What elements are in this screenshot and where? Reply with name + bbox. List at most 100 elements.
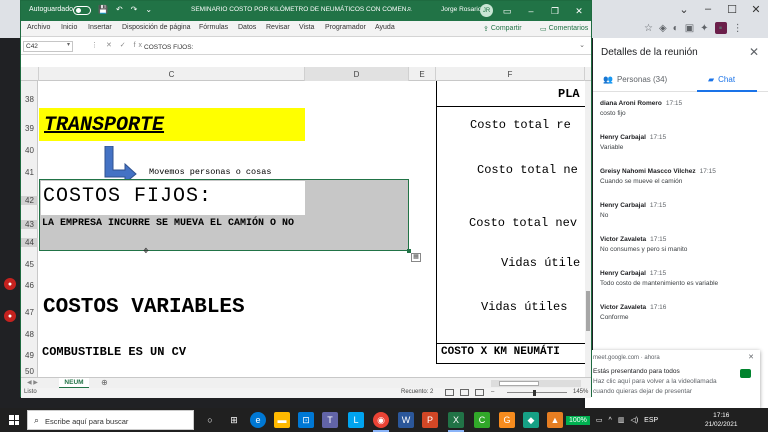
mic-off-icon[interactable]: ●: [4, 310, 16, 322]
add-sheet-icon[interactable]: ⊕: [101, 378, 108, 387]
row-header[interactable]: 44: [21, 238, 38, 247]
cell-transporte[interactable]: TRANSPORTE: [44, 114, 164, 137]
sheet-nav-icon[interactable]: ◀ ▶: [27, 379, 38, 386]
row-header[interactable]: 47: [21, 308, 38, 317]
puzzle-icon[interactable]: ✦: [700, 23, 708, 34]
normal-view-icon[interactable]: [445, 389, 454, 396]
battery-icon[interactable]: ▭: [596, 416, 603, 424]
fx-icon[interactable]: ⋮ ✕ ✓ fx: [91, 41, 145, 49]
close-icon[interactable]: ✕: [749, 45, 759, 59]
row-header[interactable]: 38: [21, 95, 38, 104]
cell-costos-variables[interactable]: COSTOS VARIABLES: [43, 296, 245, 319]
windows-start-icon[interactable]: [9, 415, 19, 425]
autosave-toggle[interactable]: [73, 6, 91, 15]
language-indicator[interactable]: ESP: [644, 417, 658, 424]
row-header[interactable]: 40: [21, 146, 38, 155]
row-header[interactable]: 42: [21, 196, 38, 205]
save-icon[interactable]: 💾: [98, 5, 108, 14]
chevron-down-icon[interactable]: ⌄: [579, 41, 585, 49]
undo-icon[interactable]: ↶: [116, 5, 123, 14]
teams-icon[interactable]: T: [322, 412, 338, 428]
cell-pla[interactable]: PLA: [558, 87, 580, 101]
tab-people[interactable]: 👥 Personas (34): [603, 75, 667, 84]
volume-icon[interactable]: ◁): [630, 416, 638, 424]
chevron-down-icon[interactable]: ⌄: [672, 0, 696, 18]
vertical-scrollbar[interactable]: [585, 81, 591, 377]
row-header[interactable]: 41: [21, 168, 38, 177]
restore-icon[interactable]: ❐: [543, 1, 567, 21]
minimize-icon[interactable]: –: [519, 1, 543, 21]
system-clock[interactable]: 17:16 21/02/2021: [705, 411, 738, 429]
star-icon[interactable]: ☆: [644, 23, 653, 34]
close-icon[interactable]: ✕: [567, 1, 591, 21]
file-explorer-icon[interactable]: ▬: [274, 412, 290, 428]
cell-costo-total[interactable]: Costo total re: [470, 118, 571, 132]
page-break-icon[interactable]: [475, 389, 484, 396]
quick-analysis-icon[interactable]: ▦: [411, 253, 421, 262]
tab-programador[interactable]: Programador: [325, 24, 366, 31]
column-header[interactable]: F: [436, 67, 585, 81]
tab-chat[interactable]: ▰ Chat: [708, 75, 735, 84]
cell-costo-km[interactable]: COSTO X KM NEUMÁTI: [441, 346, 560, 358]
bent-arrow-shape[interactable]: [103, 146, 137, 183]
redo-icon[interactable]: ↷: [131, 5, 138, 14]
zoom-slider[interactable]: [507, 392, 567, 393]
app-icon[interactable]: C: [474, 412, 490, 428]
store-icon[interactable]: ⊡: [298, 412, 314, 428]
vertical-scrollbar-thumb[interactable]: [586, 291, 590, 331]
search-icon[interactable]: ⌕: [407, 4, 411, 14]
extension-icon[interactable]: ◐: [673, 23, 679, 34]
cell-combustible[interactable]: COMBUSTIBLE ES UN CV: [42, 345, 186, 359]
cell-vidas-utiles[interactable]: Vidas útiles: [481, 300, 567, 314]
row-header[interactable]: 39: [21, 124, 38, 133]
profile-avatar-icon[interactable]: ▪: [714, 22, 727, 34]
lync-icon[interactable]: L: [348, 412, 364, 428]
row-header[interactable]: 43: [21, 220, 38, 229]
zoom-out-icon[interactable]: –: [491, 389, 494, 395]
app-icon[interactable]: ◆: [523, 412, 539, 428]
user-avatar[interactable]: JR: [480, 4, 493, 17]
taskbar-search[interactable]: ⌕ Escribe aquí para buscar: [27, 410, 194, 430]
edge-icon[interactable]: e: [250, 412, 266, 428]
row-header[interactable]: 46: [21, 281, 38, 290]
extension-icon[interactable]: ◈: [659, 23, 667, 34]
column-header[interactable]: C: [39, 67, 305, 81]
network-icon[interactable]: ▥: [618, 416, 625, 424]
tab-archivo[interactable]: Archivo: [27, 24, 50, 31]
zoom-level[interactable]: 145%: [573, 389, 588, 395]
horizontal-scrollbar-thumb[interactable]: [499, 381, 539, 386]
customize-icon[interactable]: ⌄: [145, 5, 152, 14]
cell-movemos[interactable]: Movemos personas o cosas: [149, 167, 271, 177]
worksheet-grid[interactable]: TRANSPORTE Movemos personas o cosas COST…: [39, 81, 591, 377]
cell-costos-fijos[interactable]: COSTOS FIJOS:: [43, 185, 212, 208]
select-all-corner[interactable]: [21, 67, 39, 81]
powerpoint-icon[interactable]: P: [422, 412, 438, 428]
tab-revisar[interactable]: Revisar: [266, 24, 290, 31]
chrome-icon[interactable]: ◉: [373, 412, 389, 428]
cell-vidas-utiles[interactable]: Vidas útile: [501, 256, 580, 270]
tab-datos[interactable]: Datos: [238, 24, 256, 31]
maximize-icon[interactable]: ☐: [720, 0, 744, 18]
battery-indicator[interactable]: 100%: [566, 415, 590, 425]
mic-off-icon[interactable]: ●: [4, 278, 16, 290]
presenting-notification[interactable]: meet.google.com · ahora ✕ Estás presenta…: [585, 350, 760, 408]
zoom-slider-handle[interactable]: [533, 390, 536, 396]
cell-costo-total[interactable]: Costo total nev: [469, 216, 577, 230]
extension-icon[interactable]: ▣: [685, 23, 694, 34]
row-header[interactable]: 50: [21, 367, 38, 376]
row-header[interactable]: 45: [21, 260, 38, 269]
tab-inicio[interactable]: Inicio: [61, 24, 77, 31]
word-icon[interactable]: W: [398, 412, 414, 428]
chevron-down-icon[interactable]: ▾: [67, 41, 70, 48]
tab-formulas[interactable]: Fórmulas: [199, 24, 228, 31]
cell-empresa[interactable]: LA EMPRESA INCURRE SE MUEVA EL CAMIÓN O …: [42, 218, 294, 229]
excel-icon[interactable]: X: [448, 412, 464, 428]
tab-disposicion[interactable]: Disposición de página: [122, 24, 191, 31]
row-header[interactable]: 48: [21, 330, 38, 339]
column-header[interactable]: E: [409, 67, 436, 81]
formula-input[interactable]: [144, 42, 564, 52]
app-icon[interactable]: G: [499, 412, 515, 428]
share-button[interactable]: ⇪ Compartir: [479, 22, 526, 35]
tab-ayuda[interactable]: Ayuda: [375, 24, 395, 31]
ribbon-options-icon[interactable]: ▭: [495, 1, 519, 21]
